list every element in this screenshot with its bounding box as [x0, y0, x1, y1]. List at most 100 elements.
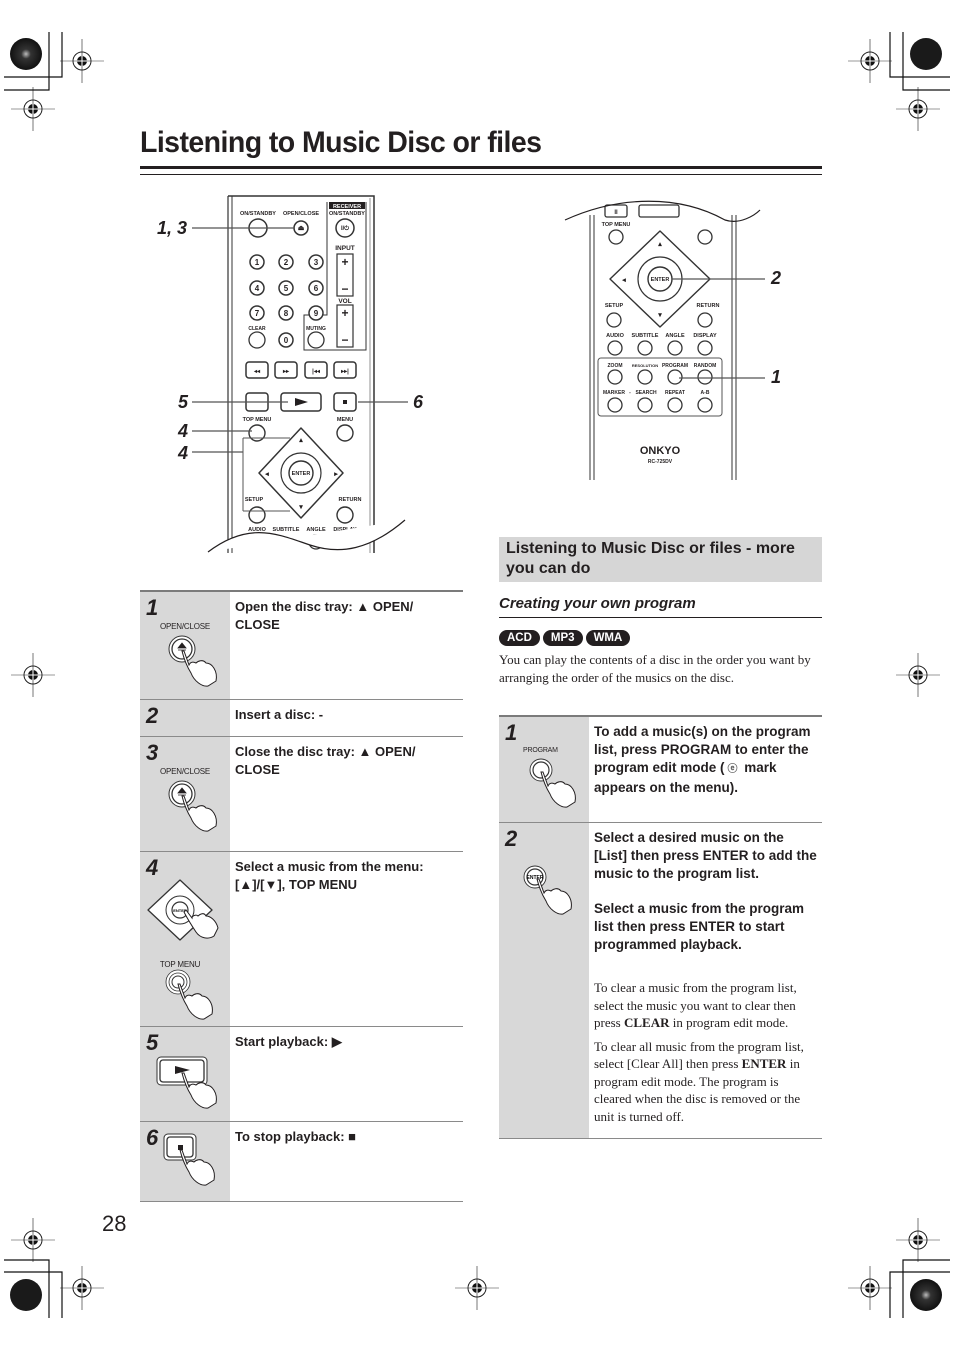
top-menu-button[interactable]: [248, 424, 266, 442]
program-button[interactable]: [667, 369, 683, 385]
registration-mark: [847, 1265, 893, 1311]
step-number: 3: [146, 740, 159, 765]
menu-button[interactable]: [697, 229, 713, 245]
registration-mark: [59, 1265, 105, 1311]
sub-heading: Creating your own program: [499, 595, 696, 612]
minus-icon: −: [341, 282, 348, 296]
callout-4: 4: [178, 421, 189, 441]
step-illustration: 2: [140, 700, 230, 736]
hand-pressing-top-menu-icon: [165, 969, 213, 1020]
step-number: 2: [146, 703, 159, 728]
clear-button[interactable]: [248, 331, 266, 349]
digit-label: 7: [255, 309, 260, 318]
svg-text:|◂◂: |◂◂: [312, 369, 321, 375]
digit-label: 3: [314, 258, 319, 267]
menu-button[interactable]: [336, 424, 354, 442]
starburst-mark: [10, 1279, 42, 1311]
starburst-mark: [910, 38, 942, 70]
label-search: SEARCH: [635, 390, 657, 396]
label-subtitle: SUBTITLE: [632, 333, 659, 339]
label-angle: ANGLE: [665, 333, 685, 339]
step-text: Start playback: ▶: [235, 1034, 342, 1049]
step-number: 5: [146, 1030, 159, 1055]
note-text: in program edit mode.: [669, 1015, 789, 1030]
random-button[interactable]: [697, 369, 713, 385]
page-title: Listening to Music Disc or files: [140, 126, 542, 159]
label-marker: MARKER: [603, 390, 625, 396]
enter-label: ENTER: [527, 875, 544, 881]
step-illustration: 1 OPEN/CLOSE: [140, 592, 230, 699]
repeat-button[interactable]: [667, 397, 683, 413]
button-label: OPEN/CLOSE: [159, 622, 211, 631]
display-button[interactable]: [697, 340, 713, 356]
right-arrow-icon: ▸: [333, 471, 338, 478]
sub-heading-rule: [499, 617, 822, 618]
digit-label: 6: [314, 284, 319, 293]
a-b-button[interactable]: [697, 397, 713, 413]
top-menu-button[interactable]: [608, 229, 624, 245]
label-clear: CLEAR: [248, 326, 266, 332]
step-illustration: 2 ENTER: [499, 823, 589, 1138]
registration-mark: [895, 1217, 941, 1263]
label-open-close: OPEN/CLOSE: [283, 211, 319, 217]
marker-button[interactable]: [607, 397, 623, 413]
title-rule: [140, 166, 822, 169]
remote-illustration-top: ON/STANDBY OPEN/CLOSE RECEIVER ON/STANDB…: [192, 195, 440, 560]
digit-label: 0: [284, 336, 289, 345]
down-arrow-icon: ▾: [657, 312, 662, 319]
enter-label: ENTER: [292, 471, 311, 477]
digit-label: 4: [255, 284, 260, 293]
registration-mark: [847, 38, 893, 84]
onkyo-logo: ONKYO: [640, 445, 681, 457]
format-badge-mp3: MP3: [542, 630, 583, 646]
format-badge-acd: ACD: [499, 630, 540, 646]
angle-button[interactable]: [667, 340, 683, 356]
return-button[interactable]: [336, 506, 354, 524]
callout-2: 2: [771, 268, 782, 288]
return-button[interactable]: [697, 312, 713, 328]
search-button[interactable]: [637, 397, 653, 413]
zoom-button[interactable]: [607, 369, 623, 385]
hand-pressing-stop-icon: [163, 1133, 215, 1186]
step-text: Insert a disc: -: [235, 707, 324, 722]
label-resolution: RESOLUTION: [632, 363, 658, 368]
label-return: RETURN: [697, 303, 720, 309]
model-number: RC-725DV: [648, 459, 673, 465]
audio-button[interactable]: [607, 340, 623, 356]
callout-1-3: 1, 3: [157, 218, 188, 238]
up-arrow-icon: ▴: [657, 241, 662, 248]
left-arrow-icon: ◂: [264, 471, 269, 478]
setup-button[interactable]: [248, 506, 266, 524]
note-key: ENTER: [741, 1056, 787, 1071]
registration-mark: [10, 86, 56, 132]
intro-paragraph: You can play the contents of a disc in t…: [499, 652, 811, 685]
minus-icon: −: [341, 333, 348, 347]
format-badge-wma: WMA: [585, 630, 631, 646]
hand-pressing-program-icon: [529, 758, 576, 808]
step-number: 1: [146, 595, 159, 620]
plus-icon: +: [341, 306, 348, 320]
svg-text:II: II: [614, 210, 618, 216]
setup-button[interactable]: [606, 312, 622, 328]
stop-icon: [343, 400, 347, 404]
label-setup: SETUP: [245, 497, 264, 503]
section-heading: Listening to Music Disc or files - more …: [499, 537, 822, 582]
step-text: Select a desired music on the [List] the…: [589, 823, 822, 1138]
label-zoom: ZOOM: [608, 363, 623, 369]
digit-label: 1: [255, 258, 260, 267]
step-note: To clear a music from the program list, …: [594, 979, 817, 1032]
muting-button[interactable]: [307, 331, 325, 349]
step-text: To add a music(s) on the program list, p…: [589, 717, 822, 822]
label-receiver-on-standby: ON/STANDBY: [329, 211, 365, 217]
subtitle-button[interactable]: [637, 340, 653, 356]
label-menu: MENU: [337, 417, 353, 423]
left-arrow-icon: ◂: [621, 277, 626, 284]
label-vol: VOL: [338, 298, 351, 305]
step-number: 1: [505, 720, 518, 745]
label-setup: SETUP: [605, 303, 624, 309]
label-program: PROGRAM: [662, 363, 688, 369]
digit-label: 9: [314, 309, 319, 318]
label-top-menu: TOP MENU: [243, 417, 272, 423]
resolution-button[interactable]: [637, 369, 653, 385]
step-illustration: 1 PROGRAM: [499, 717, 589, 822]
